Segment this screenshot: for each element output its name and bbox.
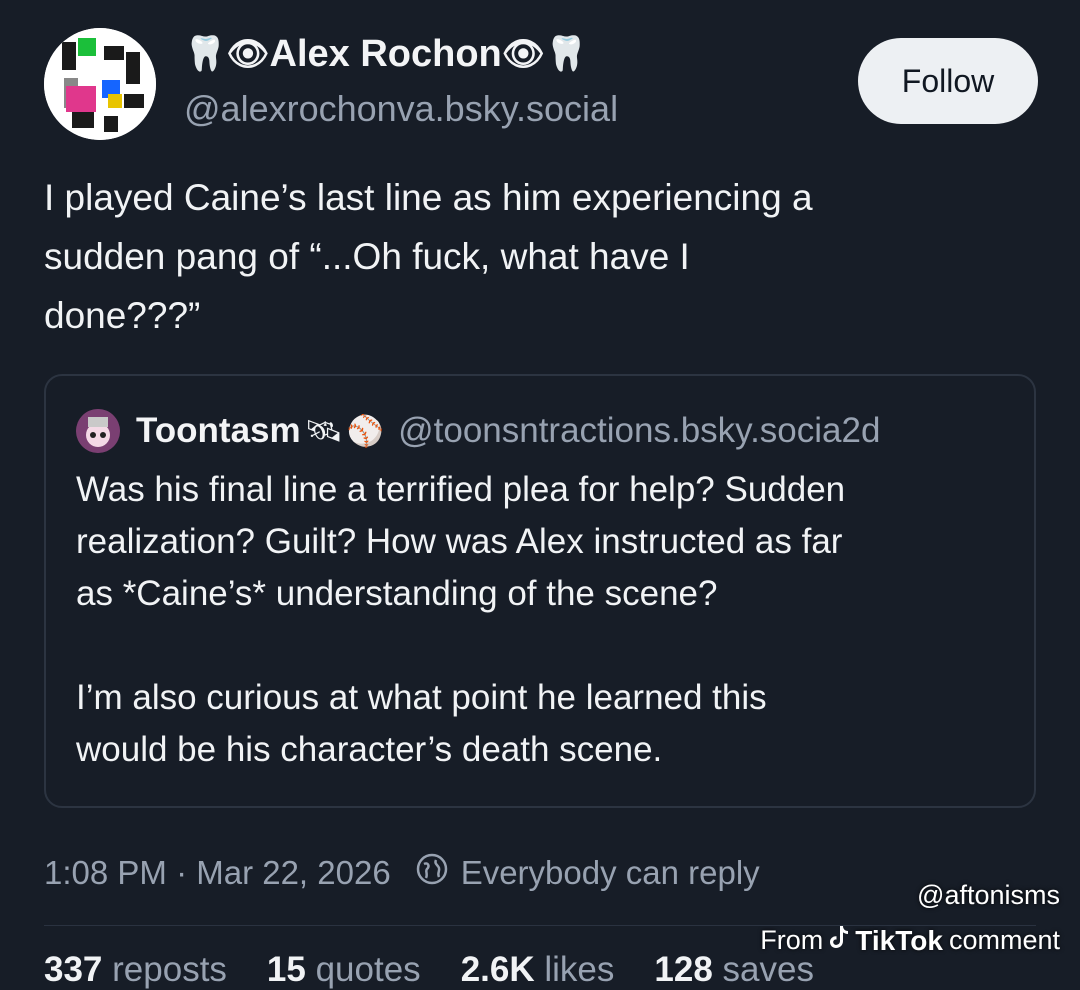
- quoted-post-header: Toontasm 🛰 ⚾ @toonsntractions.bsky.socia…: [76, 406, 1036, 456]
- eye-emoji: 👁: [501, 35, 545, 73]
- tiktok-note-icon: [829, 924, 849, 957]
- tooth-emoji: 🦷: [184, 35, 227, 73]
- stat-count: 2.6K: [460, 950, 535, 989]
- engagement-stats: 337 reposts 15 quotes 2.6K likes 128 sav…: [44, 950, 814, 990]
- stat-count: 337: [44, 950, 103, 989]
- author-avatar[interactable]: [44, 28, 156, 140]
- stat-reposts[interactable]: 337 reposts: [44, 950, 227, 990]
- quoted-author-name[interactable]: Toontasm: [136, 411, 301, 451]
- author-name-row[interactable]: 🦷 👁 Alex Rochon 👁 🦷: [184, 28, 587, 80]
- stat-label: quotes: [315, 950, 421, 989]
- watermark-tiktok: From TikTok comment: [760, 924, 1060, 957]
- stat-count: 15: [266, 950, 306, 989]
- quoted-post-text: Was his final line a terrified plea for …: [76, 470, 846, 769]
- post-meta-row: 1:08 PM · Mar 22, 2026 Everybody can rep…: [44, 848, 760, 898]
- stat-quotes[interactable]: 15 quotes: [267, 950, 421, 990]
- watermark-comment: comment: [948, 925, 1060, 955]
- watermark-from: From: [760, 925, 824, 955]
- stat-count: 128: [654, 950, 713, 989]
- watermark-brand: TikTok: [855, 924, 943, 956]
- author-handle[interactable]: @alexrochonva.bsky.social: [184, 88, 618, 130]
- quoted-author-avatar[interactable]: [76, 409, 120, 453]
- quoted-author-handle[interactable]: @toonsntractions.bsky.socia: [398, 411, 841, 451]
- stat-likes[interactable]: 2.6K likes: [461, 950, 615, 990]
- quoted-post-card[interactable]: Toontasm 🛰 ⚾ @toonsntractions.bsky.socia…: [44, 374, 1036, 808]
- follow-button[interactable]: Follow: [858, 38, 1038, 124]
- stat-label: likes: [544, 950, 615, 989]
- eye-emoji: 👁: [226, 35, 270, 73]
- satellite-emoji: 🛰: [304, 414, 343, 448]
- reply-setting-text[interactable]: Everybody can reply: [461, 854, 760, 892]
- watermark-username: @aftonisms: [917, 880, 1060, 910]
- post-text: I played Caine’s last line as him experi…: [44, 177, 813, 336]
- author-display-name[interactable]: Alex Rochon: [270, 33, 502, 76]
- tooth-emoji: 🦷: [544, 35, 588, 73]
- globe-icon: [415, 852, 449, 894]
- quoted-post-time: 2d: [841, 411, 881, 450]
- post-timestamp: 1:08 PM · Mar 22, 2026: [44, 854, 391, 891]
- baseball-emoji: ⚾: [346, 414, 385, 448]
- stat-label: reposts: [112, 950, 227, 989]
